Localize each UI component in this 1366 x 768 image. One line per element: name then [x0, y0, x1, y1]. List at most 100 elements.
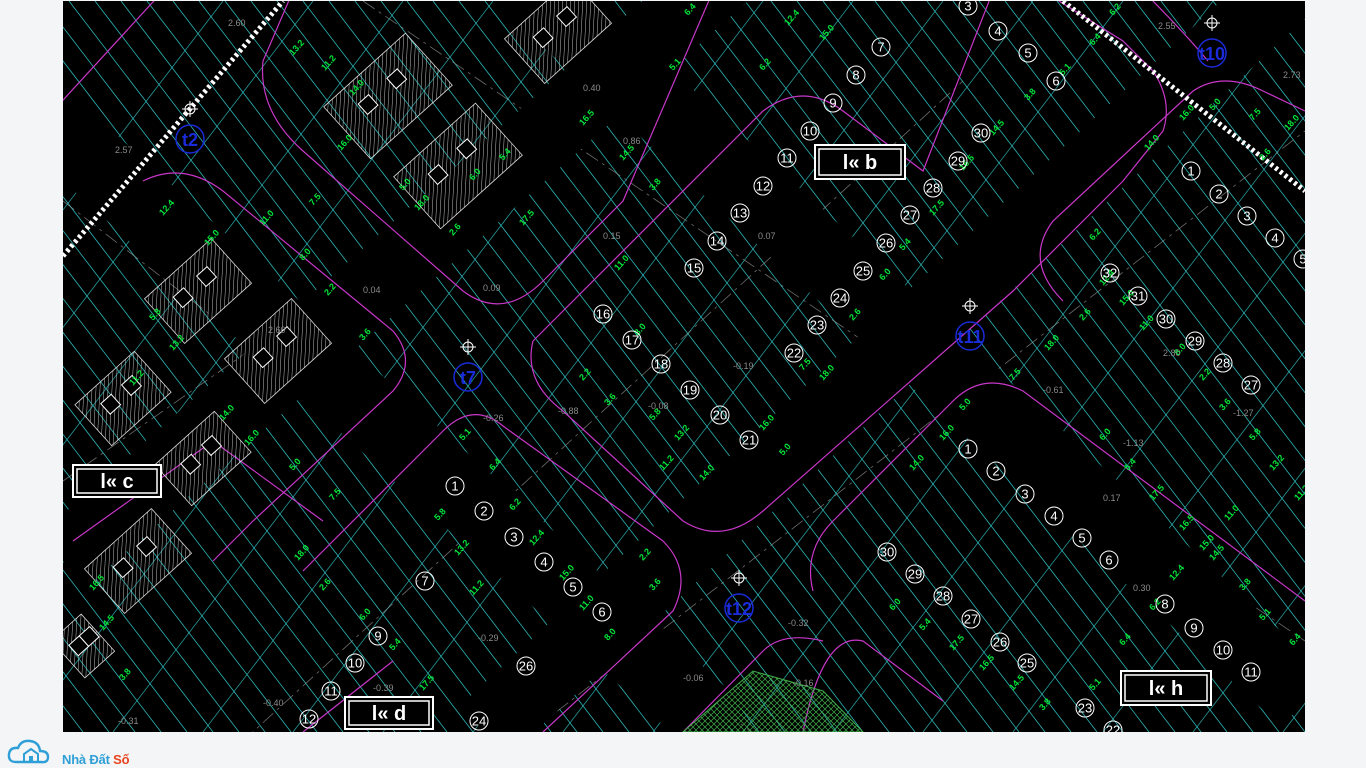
- svg-text:5: 5: [1024, 46, 1031, 61]
- lot-number: 19: [680, 380, 700, 400]
- svg-text:8: 8: [1161, 597, 1168, 612]
- svg-text:2: 2: [992, 464, 999, 479]
- svg-text:25: 25: [856, 264, 870, 279]
- lot-number: 12: [299, 709, 319, 729]
- svg-text:23: 23: [810, 318, 824, 333]
- lot-number: 4: [988, 21, 1008, 41]
- lot-number: 4: [1265, 228, 1285, 248]
- elevation-label: -0.31: [118, 716, 139, 726]
- lot-number: 27: [1241, 375, 1261, 395]
- svg-text:27: 27: [903, 208, 917, 223]
- lot-number: 25: [853, 261, 873, 281]
- svg-text:28: 28: [1216, 356, 1230, 371]
- lot-number: 30: [971, 123, 991, 143]
- lot-number: 8: [846, 65, 866, 85]
- svg-text:14: 14: [710, 234, 724, 249]
- dimension-label: 16.5: [1177, 513, 1196, 533]
- svg-text:9: 9: [829, 96, 836, 111]
- dimension-label: 18.0: [1042, 333, 1061, 353]
- dimension-label: 11.2: [319, 53, 338, 72]
- brand-name: Nhà Đất Số: [62, 752, 130, 767]
- elevation-label: -0.06: [683, 673, 704, 683]
- elevation-label: 0.07: [758, 231, 776, 241]
- svg-text:t7: t7: [460, 368, 476, 388]
- svg-text:26: 26: [879, 236, 893, 251]
- lot-number: 10: [345, 653, 365, 673]
- dimension-label: 3.8: [1022, 86, 1038, 102]
- dimension-label: 16.5: [977, 653, 996, 673]
- svg-text:2: 2: [480, 504, 487, 519]
- svg-text:8: 8: [852, 68, 859, 83]
- svg-text:1: 1: [1187, 164, 1194, 179]
- svg-text:24: 24: [472, 714, 486, 729]
- svg-text:5: 5: [569, 580, 576, 595]
- cad-drawing-viewport[interactable]: 13.2 11.2 14.0 16.0 5.0 7.5 18.0 2.6 6.0 5.4 17.5 1…: [63, 1, 1305, 732]
- lot-number: 23: [807, 315, 827, 335]
- lot-number: 11: [1241, 662, 1261, 682]
- dimension-label: 11.0: [1222, 503, 1241, 522]
- svg-text:1: 1: [451, 479, 458, 494]
- dimension-label: 3.8: [1037, 696, 1053, 712]
- lot-number: 13: [730, 203, 750, 223]
- lot-number: 5: [1018, 43, 1038, 63]
- elevation-label: 0.86: [623, 136, 641, 146]
- svg-text:6: 6: [1105, 553, 1112, 568]
- dimension-label: 3.6: [602, 391, 618, 407]
- dimension-label: 14.5: [1007, 673, 1026, 693]
- lot-number: 3: [958, 1, 978, 16]
- lot-number: 28: [1213, 353, 1233, 373]
- svg-text:t10: t10: [1199, 44, 1225, 64]
- svg-text:30: 30: [880, 545, 894, 560]
- dimension-label: 18.0: [292, 543, 311, 563]
- elevation-label: -1.27: [1233, 408, 1254, 418]
- lot-number: 27: [961, 609, 981, 629]
- svg-text:19: 19: [683, 383, 697, 398]
- elevation-label: -0.39: [373, 683, 394, 693]
- dimension-label: 6.2: [1087, 226, 1103, 242]
- lot-number: 26: [990, 632, 1010, 652]
- elevation-label: 0.09: [483, 283, 501, 293]
- lot-number: 9: [368, 626, 388, 646]
- dimension-label: 14.5: [97, 613, 116, 633]
- dimension-label: 11.2: [467, 578, 486, 597]
- lot-number: 22: [1103, 720, 1123, 732]
- svg-text:25: 25: [1020, 656, 1034, 671]
- svg-text:28: 28: [936, 589, 950, 604]
- svg-text:29: 29: [951, 154, 965, 169]
- dimension-label: 5.4: [897, 236, 913, 252]
- svg-text:26: 26: [993, 635, 1007, 650]
- lot-number: 10: [800, 121, 820, 141]
- site-plan-drawing: 13.211.214.016.05.07.5 18.02.66.05.417.51…: [63, 1, 1305, 732]
- svg-text:15: 15: [687, 261, 701, 276]
- lot-number: 28: [933, 586, 953, 606]
- lot-number: 29: [948, 151, 968, 171]
- dimension-label: 7.5: [327, 486, 343, 502]
- lot-number: 24: [469, 711, 489, 731]
- lot-number: 12: [753, 176, 773, 196]
- dimension-label: 6.0: [357, 606, 373, 622]
- svg-text:7: 7: [877, 40, 884, 55]
- svg-text:29: 29: [1188, 334, 1202, 349]
- svg-text:6: 6: [598, 605, 605, 620]
- svg-text:t11: t11: [957, 327, 982, 347]
- dimension-label: 6.0: [1097, 426, 1113, 442]
- lot-number: 10: [1213, 640, 1233, 660]
- elevation-label: -0.08: [648, 401, 669, 411]
- dimension-label: 17.5: [927, 198, 946, 218]
- elevation-label: 2.80: [1163, 348, 1181, 358]
- block-label-c: l« c: [72, 464, 162, 498]
- dimension-label: 3.6: [1217, 396, 1233, 412]
- elevation-label: 2.60: [268, 325, 286, 335]
- lot-number: 22: [784, 343, 804, 363]
- svg-text:23: 23: [1078, 701, 1092, 716]
- lot-number: 11: [777, 148, 797, 168]
- svg-text:11: 11: [780, 151, 794, 166]
- svg-text:7: 7: [421, 574, 428, 589]
- svg-text:27: 27: [964, 612, 978, 627]
- dimension-label: 5.8: [1247, 426, 1263, 442]
- svg-text:20: 20: [713, 408, 727, 423]
- dimension-label: 18.0: [1282, 113, 1301, 133]
- dimension-label: 2.2: [1197, 366, 1213, 382]
- svg-text:13: 13: [733, 206, 747, 221]
- lot-number: 20: [710, 405, 730, 425]
